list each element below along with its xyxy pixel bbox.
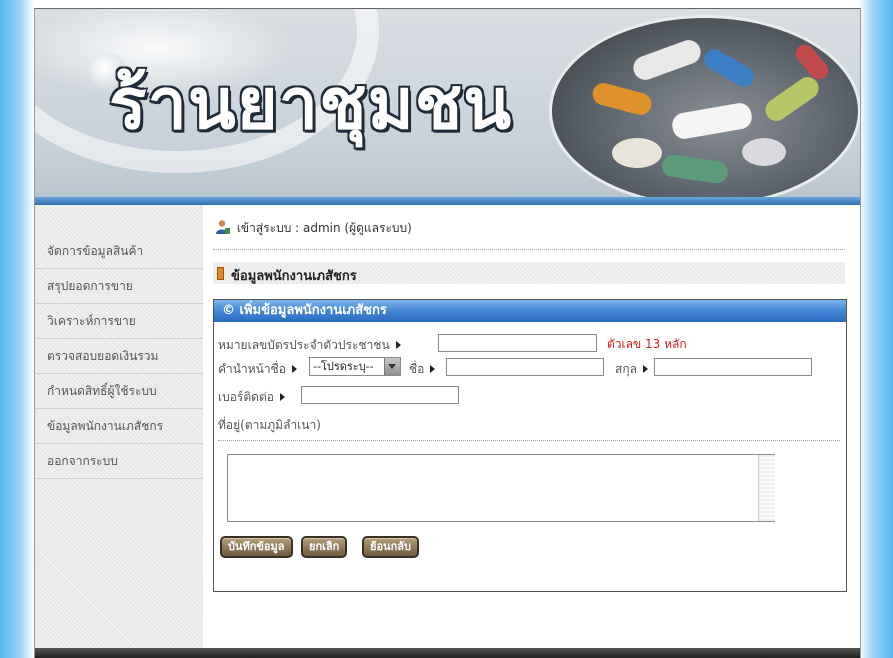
prefix-label-row: คำนำหน้าชื่อ xyxy=(218,360,301,379)
page-frame: ร้านยาชุมชน จัดการข้อมูลสินค้า สรุปยอดกา… xyxy=(34,8,861,658)
arrow-right-icon xyxy=(430,365,436,373)
site-title: ร้านยาชุมชน xyxy=(109,62,513,145)
sidebar-item-manage-products[interactable]: จัดการข้อมูลสินค้า xyxy=(35,234,203,269)
name-label-row: ชื่อ xyxy=(409,360,439,379)
save-button[interactable]: บันทึกข้อมูล xyxy=(220,536,293,558)
first-name-input[interactable] xyxy=(446,358,604,376)
sidebar-menu: จัดการข้อมูลสินค้า สรุปยอดการขาย วิเคราะ… xyxy=(35,234,203,479)
login-status: เข้าสู่ระบบ : admin (ผู้ดูแลระบบ) xyxy=(215,219,412,238)
arrow-right-icon xyxy=(279,393,285,401)
sidebar-item-pharmacists[interactable]: ข้อมูลพนักงานเภสัชกร xyxy=(35,409,203,444)
textarea-scrollbar[interactable] xyxy=(758,455,775,521)
user-icon xyxy=(216,220,230,234)
cancel-button[interactable]: ยกเลิก xyxy=(301,536,348,558)
id-label-row: หมายเลขบัตรประจำตัวประชาชน xyxy=(218,336,405,355)
prefix-select[interactable]: --โปรดระบุ-- xyxy=(309,357,401,376)
pills-image xyxy=(549,15,860,205)
prefix-selected-value: --โปรดระบุ-- xyxy=(313,360,374,373)
surname-label: สกุล xyxy=(615,362,637,376)
id-hint: ตัวเลข 13 หลัก xyxy=(607,337,687,351)
sidebar-item-user-permissions[interactable]: กำหนดสิทธิ์ผู้ใช้ระบบ xyxy=(35,374,203,409)
address-label: ที่อยู่(ตามภูมิลำเนา) xyxy=(218,418,321,432)
address-textarea[interactable] xyxy=(227,454,775,522)
prefix-label: คำนำหน้าชื่อ xyxy=(218,362,286,376)
phone-label: เบอร์ติดต่อ xyxy=(218,390,274,404)
sidebar-item-sales-analysis[interactable]: วิเคราะห์การขาย xyxy=(35,304,203,339)
arrow-right-icon xyxy=(395,341,401,349)
sidebar-item-sales-summary[interactable]: สรุปยอดการขาย xyxy=(35,269,203,304)
id-label: หมายเลขบัตรประจำตัวประชาชน xyxy=(218,338,390,352)
divider xyxy=(213,249,845,250)
back-button[interactable]: ย้อนกลับ xyxy=(362,536,419,558)
surname-label-row: สกุล xyxy=(615,360,652,379)
section-marker-icon xyxy=(217,267,224,280)
surname-input[interactable] xyxy=(654,358,812,376)
divider xyxy=(218,440,840,441)
panel-title: © เพิ่มข้อมูลพนักงานเภสัชกร xyxy=(214,300,846,322)
arrow-right-icon xyxy=(291,365,297,373)
arrow-right-icon xyxy=(642,365,648,373)
sidebar: จัดการข้อมูลสินค้า สรุปยอดการขาย วิเคราะ… xyxy=(35,205,203,658)
id-card-input[interactable] xyxy=(438,334,597,352)
section-title: ข้อมูลพนักงานเภสัชกร xyxy=(231,269,357,284)
chevron-down-icon[interactable] xyxy=(384,358,400,375)
add-pharmacist-panel: © เพิ่มข้อมูลพนักงานเภสัชกร หมายเลขบัตรป… xyxy=(213,299,847,592)
banner-strip xyxy=(35,197,860,205)
header-banner: ร้านยาชุมชน xyxy=(35,9,860,205)
name-label: ชื่อ xyxy=(409,362,425,376)
main-content: เข้าสู่ระบบ : admin (ผู้ดูแลระบบ) ข้อมูล… xyxy=(203,205,860,658)
phone-input[interactable] xyxy=(301,386,459,404)
sidebar-item-logout[interactable]: ออกจากระบบ xyxy=(35,444,203,479)
sidebar-item-check-total[interactable]: ตรวจสอบยอดเงินรวม xyxy=(35,339,203,374)
phone-label-row: เบอร์ติดต่อ xyxy=(218,388,289,407)
login-text: เข้าสู่ระบบ : admin (ผู้ดูแลระบบ) xyxy=(236,221,412,235)
section-header: ข้อมูลพนักงานเภสัชกร xyxy=(213,262,845,284)
